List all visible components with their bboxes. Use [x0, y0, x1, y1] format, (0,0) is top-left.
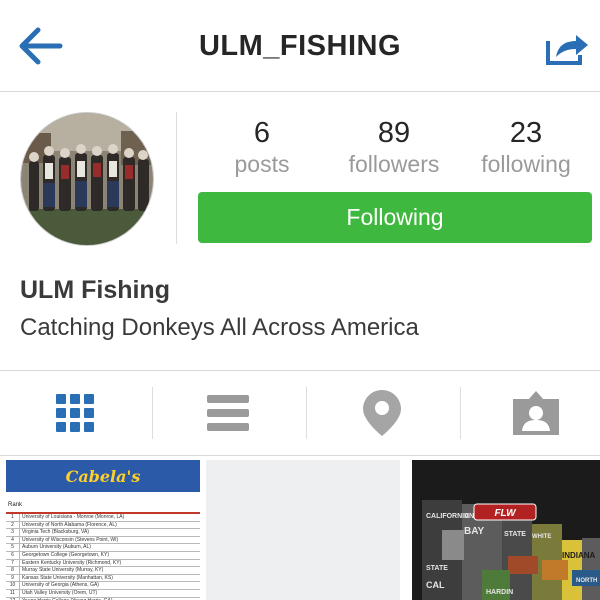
rank-list: 1 University of Louisiana - Monroe (Monro… — [6, 514, 200, 600]
rank-row: 2 University of North Alabama (Florence, … — [6, 521, 200, 530]
location-pin-icon — [363, 390, 401, 436]
svg-text:BAY: BAY — [464, 526, 485, 537]
rank-row: 8 Murray State University (Murray, KY) — [6, 567, 200, 575]
profile-divider — [176, 112, 177, 244]
nav-header: ULM_FISHING — [0, 0, 600, 92]
rank-number: 9 — [6, 574, 20, 582]
view-tabs — [0, 370, 600, 456]
rank-number: 3 — [6, 529, 20, 536]
display-name: ULM Fishing — [20, 276, 170, 304]
rank-number: 4 — [6, 536, 20, 544]
rank-school: University of Wisconsin (Stevens Point, … — [22, 536, 119, 543]
rank-school: Kansas State University (Manhattan, KS) — [22, 574, 113, 581]
svg-text:WHITE: WHITE — [532, 534, 551, 540]
profile-avatar[interactable] — [20, 112, 154, 246]
rank-school: Georgetown College (Georgetown, KY) — [22, 551, 109, 558]
svg-text:INDIANA: INDIANA — [562, 551, 596, 560]
page-title: ULM_FISHING — [198, 30, 402, 62]
rank-number: 8 — [6, 567, 20, 574]
rank-row: 6 Georgetown College (Georgetown, KY) — [6, 551, 200, 560]
rank-number: 11 — [6, 589, 20, 597]
rank-row: 5 Auburn University (Auburn, AL) — [6, 544, 200, 552]
followers-stat[interactable]: 89 followers — [334, 116, 454, 178]
rank-school: Utah Valley University (Orem, UT) — [22, 589, 98, 596]
flw-badge: FLW — [494, 508, 517, 519]
photo-grid: Cabela's Rank 1 University of Louisiana -… — [0, 456, 600, 600]
rank-school: University of North Alabama (Florence, A… — [22, 521, 117, 528]
posts-count: 6 — [253, 117, 271, 149]
grid-icon — [56, 394, 94, 432]
rank-header: Rank — [6, 492, 200, 514]
svg-text:STATE: STATE — [426, 565, 448, 572]
tab-list-view[interactable] — [153, 371, 303, 455]
rank-school: University of Georgia (Athens, GA) — [22, 582, 99, 589]
following-button[interactable]: Following — [198, 192, 592, 243]
tab-tagged-view[interactable] — [461, 371, 600, 455]
followers-count: 89 — [377, 117, 411, 149]
post-thumbnail[interactable]: CALIFORNIA UNIVERSITY BAY STATE INDIANA … — [412, 460, 600, 600]
profile-bio: Catching Donkeys All Across America — [20, 314, 419, 341]
cabelas-logo: Cabela's — [65, 466, 141, 486]
posts-stat[interactable]: 6 posts — [202, 116, 322, 178]
rank-row: 11 Utah Valley University (Orem, UT) — [6, 589, 200, 598]
post-thumbnail[interactable]: Cabela's Rank 1 University of Louisiana -… — [6, 460, 200, 600]
tagged-person-icon — [513, 391, 559, 435]
svg-text:STATE: STATE — [504, 531, 526, 538]
cabelas-banner: Cabela's — [6, 460, 200, 492]
rank-school: University of Louisiana - Monroe (Monroe… — [22, 514, 125, 520]
rank-row: 9 Kansas State University (Manhattan, KS) — [6, 574, 200, 583]
rank-school: Murray State University (Murray, KY) — [22, 567, 104, 574]
rank-number: 5 — [6, 544, 20, 551]
rank-row: 4 University of Wisconsin (Stevens Point,… — [6, 536, 200, 545]
svg-text:NORTH: NORTH — [576, 578, 597, 584]
posts-label: posts — [234, 151, 290, 177]
list-icon — [207, 395, 249, 431]
share-button[interactable] — [544, 27, 590, 67]
rank-school: Virginia Tech (Blacksburg, VA) — [22, 529, 89, 536]
rank-row: 3 Virginia Tech (Blacksburg, VA) — [6, 529, 200, 537]
svg-text:CALIFORNIA: CALIFORNIA — [426, 513, 469, 520]
share-icon — [546, 35, 588, 65]
rank-number: 1 — [6, 514, 20, 521]
tab-grid-view[interactable] — [0, 371, 150, 455]
followers-label: followers — [348, 151, 440, 177]
svg-text:HARDIN: HARDIN — [486, 589, 513, 596]
post-thumbnail-loading[interactable] — [206, 460, 400, 600]
rank-number: 2 — [6, 521, 20, 529]
following-stat[interactable]: 23 following — [466, 116, 586, 178]
following-label: following — [481, 151, 571, 177]
rank-row: 1 University of Louisiana - Monroe (Monro… — [6, 514, 200, 522]
svg-text:CAL: CAL — [426, 580, 445, 590]
rank-number: 6 — [6, 551, 20, 559]
word-map-image: CALIFORNIA UNIVERSITY BAY STATE INDIANA … — [412, 460, 600, 600]
rank-school: Eastern Kentucky University (Richmond, K… — [22, 559, 122, 566]
rank-school: Auburn University (Auburn, AL) — [22, 544, 91, 551]
following-count: 23 — [509, 117, 543, 149]
tab-map-view[interactable] — [307, 371, 457, 455]
rank-row: 10 University of Georgia (Athens, GA) — [6, 582, 200, 590]
rank-number: 10 — [6, 582, 20, 589]
rank-row: 7 Eastern Kentucky University (Richmond, … — [6, 559, 200, 568]
rank-number: 7 — [6, 559, 20, 567]
